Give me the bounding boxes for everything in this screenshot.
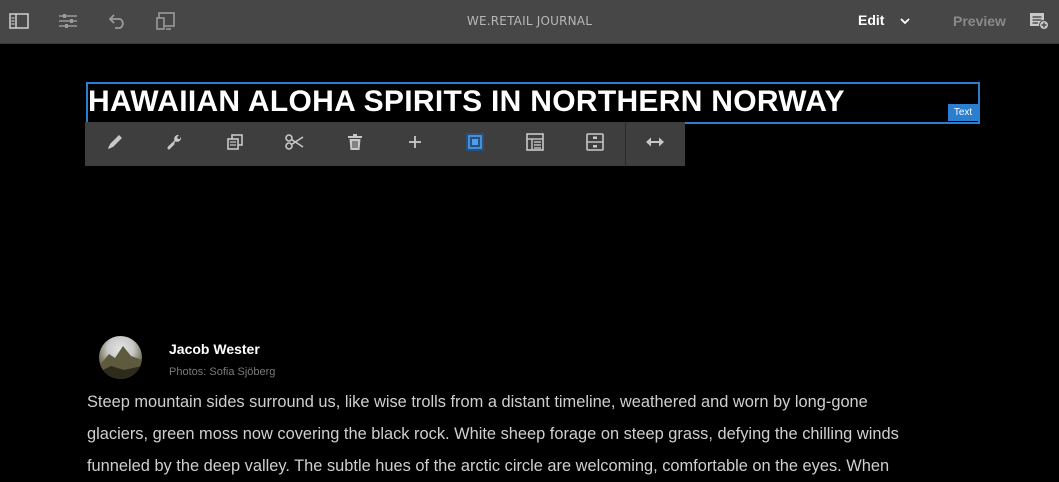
- mode-select-label: Edit: [858, 12, 885, 28]
- insert-icon: [407, 134, 423, 155]
- cut-button[interactable]: [265, 122, 325, 166]
- article-body[interactable]: Steep mountain sides surround us, like w…: [87, 386, 987, 482]
- configure-button[interactable]: [145, 122, 205, 166]
- author-avatar: [99, 336, 142, 379]
- edit-button[interactable]: [85, 122, 145, 166]
- delete-button[interactable]: [325, 122, 385, 166]
- group-icon: [465, 132, 485, 157]
- photo-credit: Photos: Sofia Sjöberg: [169, 366, 276, 378]
- body-line: funneled by the deep valley. The subtle …: [87, 457, 890, 475]
- component-badge: Text: [948, 104, 978, 121]
- copy-icon: [226, 133, 244, 156]
- parent-icon: [586, 132, 604, 156]
- author-name: Jacob Wester: [169, 341, 260, 357]
- body-line: Steep mountain sides surround us, like w…: [87, 393, 868, 411]
- delete-icon: [347, 133, 363, 156]
- configure-icon: [166, 133, 184, 156]
- top-toolbar: WE.RETAIL JOURNAL Edit Preview: [0, 0, 1059, 44]
- article-heading[interactable]: HAWAIIAN ALOHA SPIRITS IN NORTHERN NORWA…: [88, 84, 845, 120]
- component-toolbar: [85, 122, 685, 166]
- annotate-icon[interactable]: [1028, 10, 1050, 32]
- edit-icon: [106, 133, 124, 156]
- copy-button[interactable]: [205, 122, 265, 166]
- preview-button[interactable]: Preview: [953, 13, 1006, 29]
- cut-icon: [285, 133, 305, 156]
- mode-select[interactable]: Edit: [858, 12, 911, 28]
- layout-icon: [526, 132, 544, 156]
- body-line: glaciers, green moss now covering the bl…: [87, 425, 899, 443]
- layout-button[interactable]: [505, 122, 565, 166]
- chevron-down-icon: [900, 12, 911, 28]
- parent-button[interactable]: [565, 122, 625, 166]
- group-button[interactable]: [445, 122, 505, 166]
- drag-icon: [645, 135, 665, 153]
- drag-button[interactable]: [626, 122, 684, 166]
- insert-button[interactable]: [385, 122, 445, 166]
